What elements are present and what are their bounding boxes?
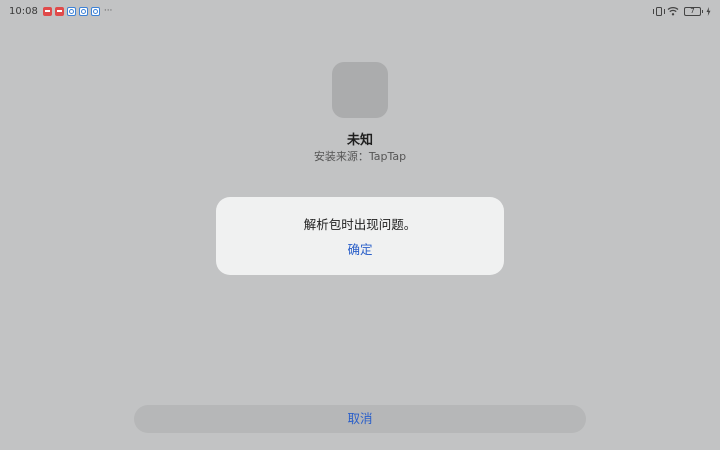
app-notification-icon — [78, 6, 88, 16]
app-notification-icon — [54, 6, 64, 16]
more-notifications-icon: ··· — [103, 6, 113, 16]
dialog-message: 解析包时出现问题。 — [303, 217, 417, 232]
status-bar: 10:08 ··· 7 — [0, 0, 720, 22]
install-source: 安装来源：TapTap — [313, 150, 407, 163]
battery-level: 7 — [690, 6, 695, 15]
cancel-button[interactable]: 取消 — [134, 405, 586, 433]
vibrate-icon — [653, 6, 665, 16]
wifi-icon — [667, 7, 679, 16]
status-time: 10:08 — [9, 5, 38, 17]
app-name: 未知 — [346, 133, 373, 148]
app-notification-icon — [66, 6, 76, 16]
app-icon — [332, 62, 388, 118]
battery-icon: 7 — [684, 6, 703, 16]
confirm-button[interactable]: 确定 — [320, 239, 400, 261]
status-left: 10:08 ··· — [9, 6, 112, 17]
status-right: 7 — [653, 6, 711, 16]
error-dialog: 解析包时出现问题。 确定 — [216, 197, 504, 275]
app-notification-icon — [90, 6, 100, 16]
app-notification-icon — [42, 6, 52, 16]
charging-icon — [706, 6, 711, 16]
